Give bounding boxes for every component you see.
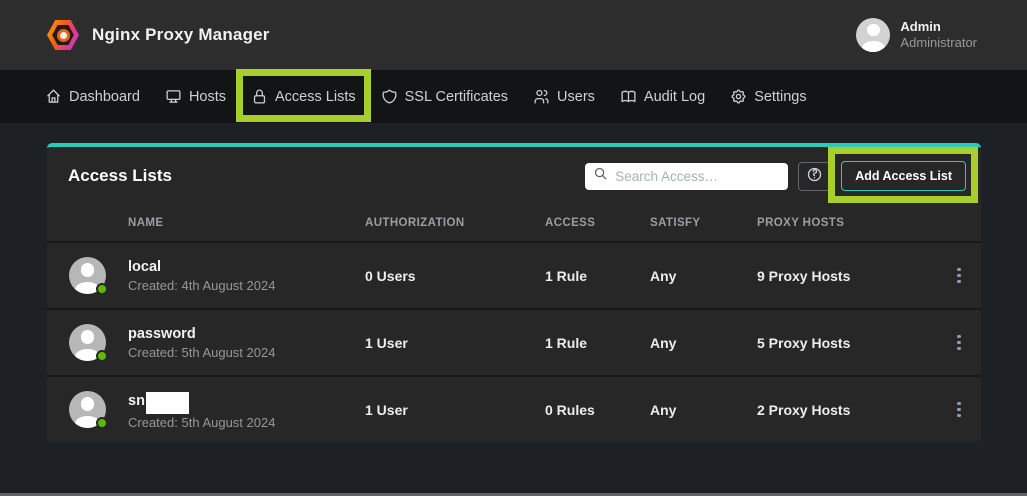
- redaction-box: [146, 392, 189, 414]
- column-header-name: NAME: [128, 217, 365, 229]
- column-header-proxy-hosts: PROXY HOSTS: [757, 217, 937, 229]
- row-actions-kebab-icon[interactable]: [951, 396, 967, 424]
- nav-label: Dashboard: [69, 89, 140, 105]
- created-date: Created: 5th August 2024: [128, 345, 365, 360]
- user-role: Administrator: [900, 35, 977, 51]
- panel-title: Access Lists: [68, 166, 172, 186]
- table-row[interactable]: sn Created: 5th August 2024 1 User 0 Rul…: [47, 375, 981, 442]
- nav-item-access-lists[interactable]: Access Lists: [251, 88, 356, 105]
- nav-label: Access Lists: [275, 89, 356, 105]
- online-status-dot: [96, 350, 108, 362]
- row-avatar: [69, 391, 106, 428]
- lock-icon: [251, 88, 268, 105]
- row-avatar: [69, 324, 106, 361]
- search-box: [585, 163, 788, 190]
- gear-icon: [730, 88, 747, 105]
- page: Nginx Proxy Manager Admin Administrator …: [0, 0, 1027, 496]
- table-row[interactable]: password Created: 5th August 2024 1 User…: [47, 308, 981, 375]
- nav-item-ssl-certificates[interactable]: SSL Certificates: [381, 88, 508, 105]
- monitor-icon: [165, 88, 182, 105]
- user-name: Admin: [900, 19, 977, 35]
- access-list-name: local: [128, 259, 161, 275]
- nav-label: Users: [557, 89, 595, 105]
- row-avatar: [69, 257, 106, 294]
- access-value: 1 Rule: [545, 268, 650, 284]
- home-icon: [45, 88, 62, 105]
- satisfy-value: Any: [650, 335, 757, 351]
- column-header-satisfy: SATISFY: [650, 217, 757, 229]
- nav-label: Audit Log: [644, 89, 705, 105]
- nav-label: Hosts: [189, 89, 226, 105]
- nav-item-hosts[interactable]: Hosts: [165, 88, 226, 105]
- proxy-hosts-value: 2 Proxy Hosts: [757, 402, 937, 418]
- authorization-value: 1 User: [365, 335, 545, 351]
- book-icon: [620, 88, 637, 105]
- table-header-row: NAME AUTHORIZATION ACCESS SATISFY PROXY …: [47, 205, 981, 241]
- table-row[interactable]: local Created: 4th August 2024 0 Users 1…: [47, 241, 981, 308]
- online-status-dot: [96, 417, 108, 429]
- column-header-authorization: AUTHORIZATION: [365, 217, 545, 229]
- content-area: Access Lists: [0, 123, 1027, 442]
- user-menu[interactable]: Admin Administrator: [856, 18, 977, 52]
- nav-label: Settings: [754, 89, 806, 105]
- column-header-access: ACCESS: [545, 217, 650, 229]
- circled-question-mark-icon: [806, 166, 823, 186]
- authorization-value: 1 User: [365, 402, 545, 418]
- help-button[interactable]: [798, 162, 831, 191]
- proxy-hosts-value: 5 Proxy Hosts: [757, 335, 937, 351]
- nav-item-users[interactable]: Users: [533, 88, 595, 105]
- search-icon: [593, 166, 608, 186]
- card-header: Access Lists: [47, 147, 981, 205]
- access-list-name: password: [128, 326, 196, 342]
- topbar: Nginx Proxy Manager Admin Administrator: [0, 0, 1027, 70]
- created-date: Created: 4th August 2024: [128, 278, 365, 293]
- satisfy-value: Any: [650, 268, 757, 284]
- nav-label: SSL Certificates: [405, 89, 508, 105]
- authorization-value: 0 Users: [365, 268, 545, 284]
- access-list-name: sn: [128, 393, 145, 409]
- nav-item-dashboard[interactable]: Dashboard: [45, 88, 140, 105]
- access-lists-card: Access Lists: [47, 143, 981, 442]
- created-date: Created: 5th August 2024: [128, 415, 365, 430]
- main-nav: Dashboard Hosts Access Lists: [0, 70, 1027, 123]
- access-value: 1 Rule: [545, 335, 650, 351]
- user-avatar: [856, 18, 890, 52]
- npm-hexagon-logo-icon: [47, 20, 79, 50]
- users-icon: [533, 88, 550, 105]
- satisfy-value: Any: [650, 402, 757, 418]
- shield-icon: [381, 88, 398, 105]
- add-access-list-button[interactable]: Add Access List: [841, 161, 966, 191]
- row-actions-kebab-icon[interactable]: [951, 262, 967, 290]
- row-actions-kebab-icon[interactable]: [951, 329, 967, 357]
- online-status-dot: [96, 283, 108, 295]
- access-value: 0 Rules: [545, 402, 650, 418]
- nav-item-settings[interactable]: Settings: [730, 88, 806, 105]
- proxy-hosts-value: 9 Proxy Hosts: [757, 268, 937, 284]
- nav-item-audit-log[interactable]: Audit Log: [620, 88, 705, 105]
- search-input[interactable]: [615, 169, 780, 184]
- app-title: Nginx Proxy Manager: [92, 25, 270, 45]
